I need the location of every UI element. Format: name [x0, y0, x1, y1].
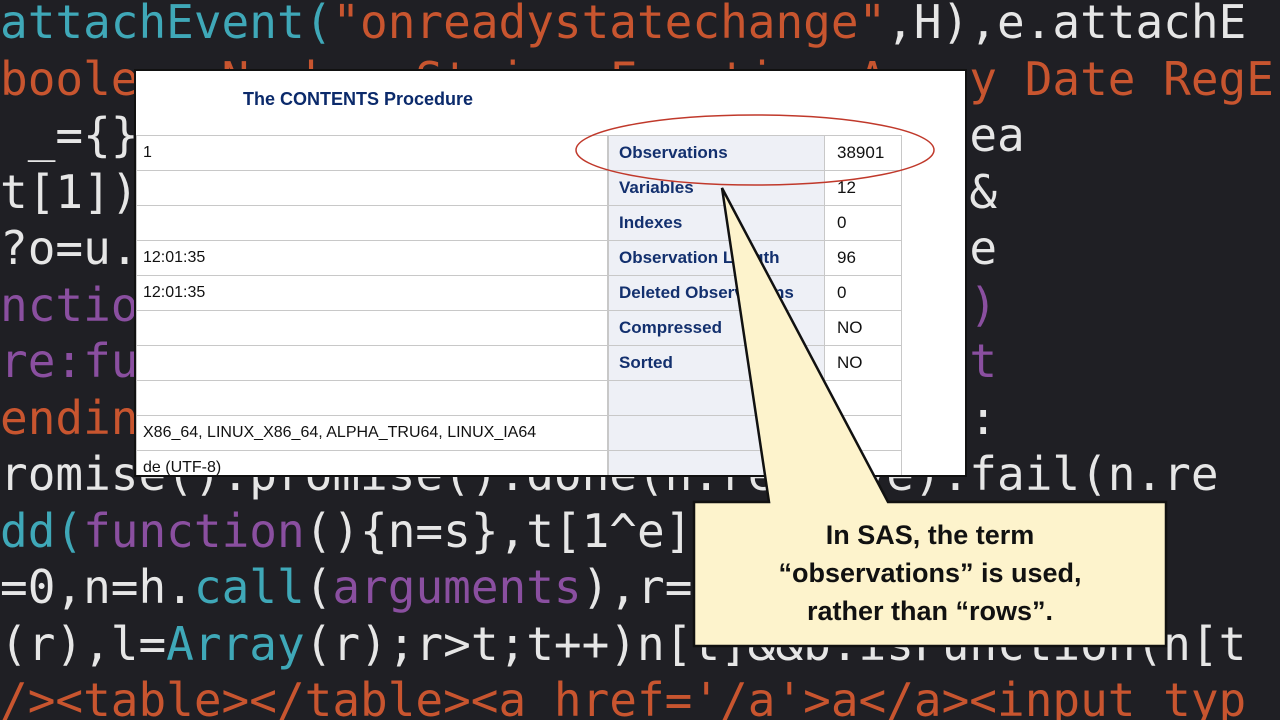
callout-line-2: “observations” is used,: [778, 558, 1082, 588]
callout-line-1: In SAS, the term: [825, 520, 1035, 550]
callout-line-3: rather than “rows”.: [806, 596, 1054, 626]
highlight-ellipse: [575, 114, 935, 186]
callout-text: In SAS, the term “observations” is used,…: [694, 516, 1166, 630]
